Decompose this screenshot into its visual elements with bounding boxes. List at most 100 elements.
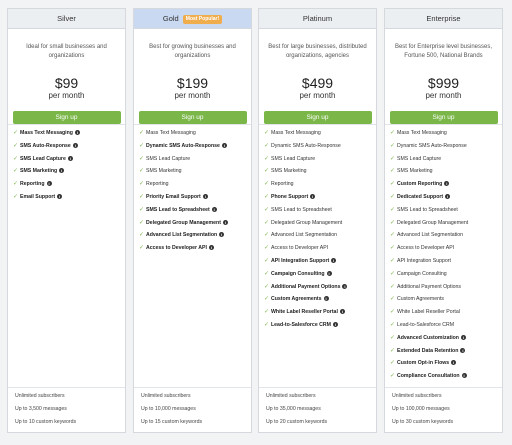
- info-icon[interactable]: i: [221, 142, 227, 148]
- check-icon: ✓: [390, 245, 396, 252]
- check-icon: ✓: [139, 193, 145, 200]
- check-icon: ✓: [139, 155, 145, 162]
- info-icon[interactable]: i: [72, 142, 78, 148]
- info-icon[interactable]: i: [444, 181, 450, 187]
- info-icon[interactable]: i: [332, 321, 338, 327]
- info-icon[interactable]: i: [57, 193, 63, 199]
- info-icon[interactable]: i: [59, 168, 65, 174]
- plan-card-gold: Gold Most Popular! Best for growing busi…: [133, 8, 252, 433]
- feature-label: Custom Agreements: [397, 296, 444, 303]
- limit-subscribers: Unlimited subscribers: [266, 393, 316, 399]
- limit-messages: Up to 3,500 messages: [15, 406, 67, 412]
- info-icon[interactable]: i: [202, 193, 208, 199]
- feature-item: ✓ Dynamic SMS Auto-Response: [385, 140, 502, 153]
- info-icon[interactable]: i: [67, 155, 73, 161]
- feature-item: ✓ Advanced List Segmentation: [385, 229, 502, 242]
- feature-label: Mass Text Messaging: [20, 130, 73, 136]
- plan-price: $999: [427, 75, 460, 91]
- check-icon: ✓: [264, 257, 270, 264]
- info-icon[interactable]: i: [222, 219, 228, 225]
- check-icon: ✓: [390, 373, 396, 380]
- feature-label: SMS Lead to Spreadsheet: [397, 206, 458, 213]
- check-icon: ✓: [390, 334, 396, 341]
- feature-label: Access to Developer API: [397, 245, 455, 252]
- info-icon[interactable]: i: [331, 257, 337, 263]
- feature-label: Custom Agreements: [271, 296, 322, 303]
- check-icon: ✓: [264, 142, 270, 149]
- check-icon: ✓: [264, 232, 270, 239]
- feature-item: ✓ Dedicated Support i: [385, 191, 502, 204]
- check-icon: ✓: [264, 309, 270, 316]
- plan-price: $199: [176, 75, 209, 91]
- check-icon: ✓: [390, 347, 396, 354]
- info-icon[interactable]: i: [342, 283, 348, 289]
- check-icon: ✓: [139, 181, 145, 188]
- plan-price: $99: [54, 75, 79, 91]
- plan-name: Platinum: [302, 14, 333, 23]
- feature-item: ✓ Custom Agreements i: [259, 293, 376, 306]
- feature-item: ✓ White Label Reseller Portal i: [259, 306, 376, 319]
- feature-item: ✓ Access to Developer API i: [134, 242, 251, 255]
- info-icon[interactable]: i: [211, 206, 217, 212]
- info-icon[interactable]: i: [219, 232, 225, 238]
- plan-limits: Unlimited subscribers Up to 100,000 mess…: [385, 387, 502, 429]
- check-icon: ✓: [390, 142, 396, 149]
- plan-description: Best for growing businesses and organiza…: [149, 44, 236, 59]
- check-icon: ✓: [139, 232, 145, 239]
- plan-description: Ideal for small businesses and organizat…: [26, 44, 107, 59]
- signup-button[interactable]: Sign up: [389, 111, 498, 124]
- signup-button[interactable]: Sign up: [138, 111, 247, 124]
- check-icon: ✓: [139, 219, 145, 226]
- check-icon: ✓: [264, 155, 270, 162]
- plan-limits: Unlimited subscribers Up to 3,500 messag…: [8, 387, 125, 429]
- feature-item: ✓ Phone Support i: [259, 191, 376, 204]
- plan-name: Enterprise: [426, 14, 461, 23]
- plan-card-enterprise: Enterprise Best for Enterprise level bus…: [384, 8, 503, 433]
- limit-messages: Up to 35,000 messages: [266, 406, 321, 412]
- feature-item: ✓ Email Support i: [8, 191, 125, 204]
- plan-name: Silver: [57, 14, 76, 23]
- plan-period: per month: [425, 91, 462, 100]
- info-icon[interactable]: i: [460, 347, 466, 353]
- info-icon[interactable]: i: [461, 373, 467, 379]
- feature-item: ✓ Custom Agreements: [385, 293, 502, 306]
- feature-label: Mass Text Messaging: [271, 130, 321, 136]
- signup-button[interactable]: Sign up: [12, 111, 121, 124]
- check-icon: ✓: [390, 206, 396, 213]
- feature-label: Priority Email Support: [146, 193, 201, 200]
- feature-label: Advanced List Segmentation: [146, 232, 218, 239]
- check-icon: ✓: [390, 360, 396, 367]
- check-icon: ✓: [390, 257, 396, 264]
- info-icon[interactable]: i: [326, 270, 332, 276]
- feature-item: ✓ Campaign Consulting: [385, 268, 502, 281]
- info-icon[interactable]: i: [310, 193, 316, 199]
- feature-item: ✓ Mass Text Messaging i: [8, 127, 125, 140]
- feature-list: ✓ Mass Text Messaging i ✓ SMS Auto-Response i…: [8, 124, 125, 204]
- info-icon[interactable]: i: [445, 193, 451, 199]
- signup-button[interactable]: Sign up: [263, 111, 372, 124]
- limit-subscribers: Unlimited subscribers: [392, 393, 442, 399]
- plan-card-silver: Silver Ideal for small businesses and or…: [7, 8, 126, 433]
- feature-label: Advanced List Segmentation: [271, 232, 338, 239]
- feature-label: Lead-to-Salesforce CRM: [271, 321, 331, 328]
- plan-header: Platinum: [259, 9, 376, 29]
- plan-period: per month: [174, 91, 211, 100]
- check-icon: ✓: [13, 155, 19, 162]
- feature-item: ✓ Dynamic SMS Auto-Response i: [134, 140, 251, 153]
- feature-list: ✓ Mass Text Messaging ✓ Dynamic SMS Auto-Re…: [259, 124, 376, 332]
- feature-label: SMS Marketing: [146, 168, 182, 175]
- feature-item: ✓ Compliance Consultation i: [385, 370, 502, 383]
- feature-item: ✓ SMS Lead to Spreadsheet: [259, 204, 376, 217]
- check-icon: ✓: [139, 168, 145, 175]
- info-icon[interactable]: i: [451, 360, 457, 366]
- info-icon[interactable]: i: [323, 296, 329, 302]
- info-icon[interactable]: i: [74, 130, 80, 135]
- info-icon[interactable]: i: [46, 181, 52, 187]
- feature-item: ✓ Delegated Group Management: [259, 217, 376, 230]
- feature-item: ✓ Campaign Consulting i: [259, 268, 376, 281]
- info-icon[interactable]: i: [208, 245, 214, 251]
- info-icon[interactable]: i: [460, 334, 466, 340]
- check-icon: ✓: [264, 219, 270, 226]
- feature-label: SMS Lead Capture: [20, 155, 66, 162]
- info-icon[interactable]: i: [339, 309, 345, 315]
